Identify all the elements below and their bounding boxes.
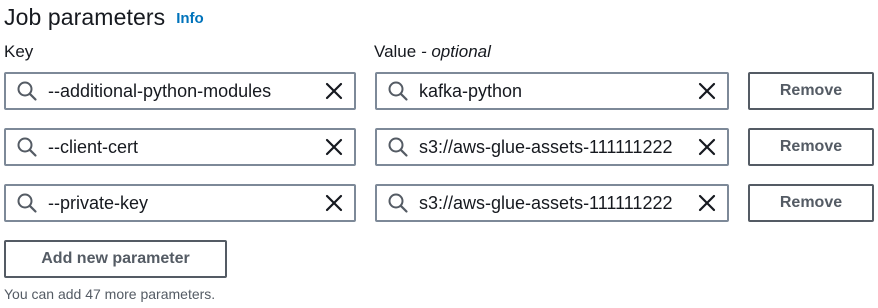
remove-button[interactable]: Remove <box>748 72 874 110</box>
search-icon <box>17 81 37 101</box>
value-value: kafka-python <box>419 80 523 101</box>
parameter-row: --additional-python-modules kafka-python… <box>0 72 878 110</box>
key-value: --client-cert <box>48 136 139 157</box>
key-column-label: Key <box>4 42 34 61</box>
search-icon <box>17 137 37 157</box>
close-icon[interactable] <box>324 81 344 101</box>
value-input[interactable]: kafka-python <box>375 72 729 110</box>
close-icon[interactable] <box>324 193 344 213</box>
parameter-limit-hint: You can add 47 more parameters. <box>4 286 216 302</box>
close-icon[interactable] <box>324 137 344 157</box>
value-label-text: Value <box>374 42 417 61</box>
key-value: --private-key <box>48 192 149 213</box>
section-header: Job parameters Info <box>4 0 204 34</box>
search-icon <box>17 193 37 213</box>
key-input[interactable]: --client-cert <box>4 128 356 166</box>
optional-label: - optional <box>420 42 491 61</box>
close-icon[interactable] <box>697 81 717 101</box>
close-icon[interactable] <box>697 193 717 213</box>
value-input[interactable]: s3://aws-glue-assets-111111222 <box>375 128 729 166</box>
value-value: s3://aws-glue-assets-111111222 <box>419 192 673 213</box>
parameter-row: --private-key s3://aws-glue-assets-11111… <box>0 184 878 222</box>
search-icon <box>388 193 408 213</box>
value-input[interactable]: s3://aws-glue-assets-111111222 <box>375 184 729 222</box>
add-new-parameter-button[interactable]: Add new parameter <box>4 240 227 278</box>
search-icon <box>388 137 408 157</box>
key-input[interactable]: --additional-python-modules <box>4 72 356 110</box>
search-icon <box>388 81 408 101</box>
info-link[interactable]: Info <box>176 10 204 27</box>
value-column-label: Value - optional <box>374 42 491 62</box>
parameter-row: --client-cert s3://aws-glue-assets-11111… <box>0 128 878 166</box>
close-icon[interactable] <box>697 137 717 157</box>
key-value: --additional-python-modules <box>48 80 272 101</box>
remove-button[interactable]: Remove <box>748 184 874 222</box>
section-title: Job parameters <box>4 3 166 30</box>
key-input[interactable]: --private-key <box>4 184 356 222</box>
remove-button[interactable]: Remove <box>748 128 874 166</box>
value-value: s3://aws-glue-assets-111111222 <box>419 136 673 157</box>
